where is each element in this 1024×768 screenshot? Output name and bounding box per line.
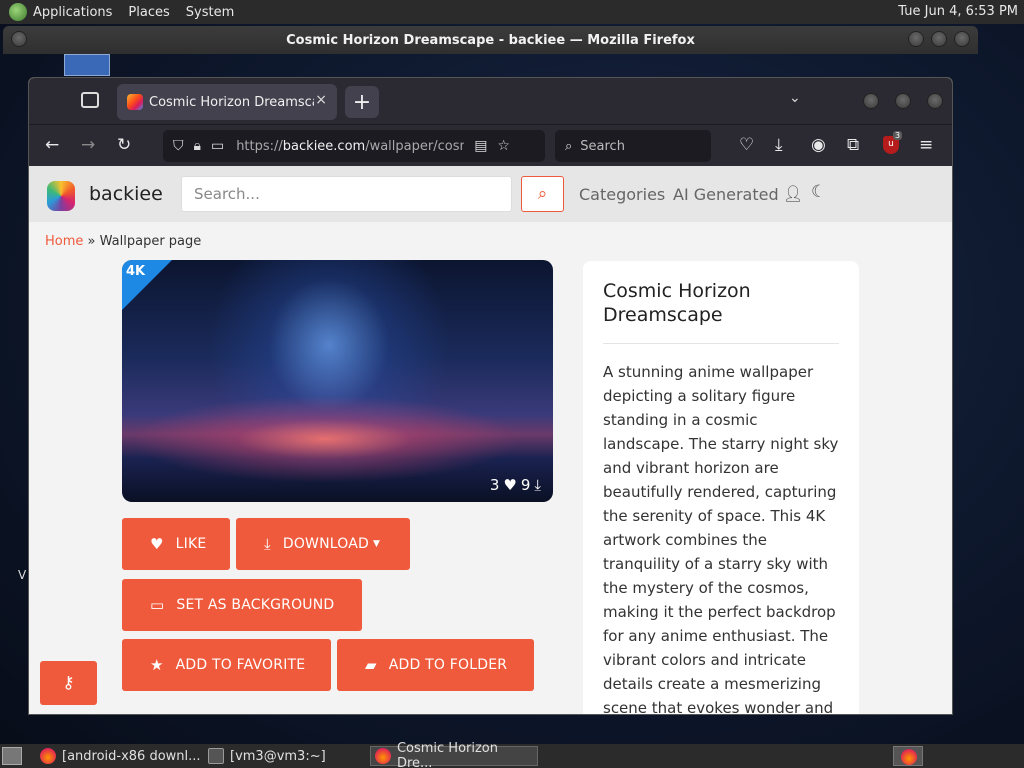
heart-icon: ♥	[503, 476, 517, 494]
user-icon[interactable]: 👤︎	[783, 184, 803, 203]
firefox-icon	[40, 748, 56, 764]
star-icon: ★	[150, 656, 164, 674]
applications-logo-icon[interactable]	[9, 3, 27, 21]
backiee-logo-icon[interactable]	[47, 181, 75, 211]
clock[interactable]: Tue Jun 4, 6:53 PM	[898, 4, 1018, 19]
browser-search-input[interactable]: ⌕ Search	[555, 130, 711, 162]
task-terminal[interactable]: [vm3@vm3:~]	[204, 746, 364, 766]
search-icon: ⌕	[565, 138, 573, 154]
tab-manager-icon[interactable]	[81, 92, 99, 108]
browser-minimize-icon[interactable]	[863, 93, 879, 109]
menu-places[interactable]: Places	[128, 5, 169, 20]
new-tab-button[interactable]: +	[345, 86, 379, 118]
breadcrumb-separator: »	[87, 234, 96, 249]
wallpaper-description: A stunning anime wallpaper depicting a s…	[603, 363, 839, 715]
wallpaper-info-card: Cosmic Horizon Dreamscape A stunning ani…	[583, 261, 859, 715]
add-to-favorite-button[interactable]: ★ ADD TO FAVORITE	[122, 639, 331, 691]
wallpaper-title: Cosmic Horizon Dreamscape	[603, 279, 839, 344]
bookmark-star-icon[interactable]: ☆	[497, 138, 510, 154]
nav-toolbar: ← → ↻ ⛉ 🔒︎ ▭ https://backiee.com/wallpap…	[29, 124, 952, 166]
likes-count: 3	[489, 476, 500, 494]
close-window-icon[interactable]	[954, 31, 970, 47]
task-android-download[interactable]: [android-x86 downl...	[36, 746, 202, 766]
top-panel: Applications Places System Tue Jun 4, 6:…	[0, 0, 1024, 24]
ublock-count-badge: 3	[893, 131, 903, 140]
account-icon[interactable]: ◉	[811, 135, 826, 155]
window-title-bar[interactable]: Cosmic Horizon Dreamscape - backiee — Mo…	[3, 26, 978, 54]
nav-categories[interactable]: Categories	[579, 185, 665, 204]
download-icon: ⤓	[534, 476, 541, 494]
site-header: backiee Search... ⌕ Categories AI Genera…	[29, 166, 952, 222]
wallpaper-image[interactable]: 4K 3 ♥ 9 ⤓	[122, 260, 553, 502]
menu-applications[interactable]: Applications	[33, 5, 112, 20]
firefox-tray-icon	[901, 749, 917, 765]
breadcrumb-home[interactable]: Home	[45, 234, 83, 249]
download-button[interactable]: ⤓ DOWNLOAD ▼	[236, 518, 410, 570]
desktop-thumbnail	[64, 54, 110, 76]
heart-icon: ♥	[150, 535, 164, 553]
tab-close-icon[interactable]: ×	[315, 92, 327, 108]
add-to-folder-button[interactable]: ▰ ADD TO FOLDER	[337, 639, 534, 691]
terminal-icon	[208, 748, 224, 764]
site-name[interactable]: backiee	[89, 183, 163, 205]
site-search-input[interactable]: Search...	[181, 176, 512, 212]
set-as-background-button[interactable]: ▭ SET AS BACKGROUND	[122, 579, 362, 631]
reader-view-icon[interactable]: ▤	[474, 138, 487, 154]
task-firefox-active[interactable]: Cosmic Horizon Dre...	[370, 741, 538, 768]
breadcrumb: Home » Wallpaper page	[45, 234, 201, 249]
show-desktop-icon[interactable]	[2, 747, 22, 765]
site-search-button[interactable]: ⌕	[521, 176, 564, 212]
key-button[interactable]: ⚷	[40, 661, 97, 705]
tab-title: Cosmic Horizon Dreamscape - backiee	[149, 94, 314, 110]
taskbar: [android-x86 downl... [vm3@vm3:~] Cosmic…	[0, 741, 1024, 768]
tray-firefox[interactable]	[893, 746, 923, 766]
menu-system[interactable]: System	[186, 5, 234, 20]
backiee-favicon-icon	[127, 94, 143, 110]
minimize-icon[interactable]	[908, 31, 924, 47]
download-icon: ⤓	[264, 535, 271, 553]
downloads-count: 9	[520, 476, 531, 494]
dark-mode-moon-icon[interactable]: ☾	[811, 182, 826, 202]
back-icon[interactable]: ←	[45, 135, 59, 155]
url-text[interactable]: https://backiee.com/wallpaper/cosmic-hor…	[236, 139, 464, 154]
wallpaper-stats: 3 ♥ 9 ⤓	[490, 476, 541, 494]
extensions-icon[interactable]: ⧉	[847, 135, 859, 155]
browser-maximize-icon[interactable]	[895, 93, 911, 109]
window-title: Cosmic Horizon Dreamscape - backiee — Mo…	[286, 32, 695, 48]
breadcrumb-current: Wallpaper page	[99, 234, 202, 249]
reload-icon[interactable]: ↻	[117, 135, 131, 155]
forward-icon[interactable]: →	[81, 135, 95, 155]
tab-bar: Cosmic Horizon Dreamscape - backiee × + …	[29, 78, 952, 124]
caret-down-icon: ▼	[373, 539, 381, 549]
nav-ai-generated[interactable]: AI Generated	[673, 185, 779, 204]
search-icon: ⌕	[537, 184, 548, 204]
badge-4k: 4K	[126, 264, 146, 279]
browser-window: Cosmic Horizon Dreamscape - backiee × + …	[28, 77, 953, 715]
downloads-icon[interactable]: ⤓	[775, 135, 783, 155]
pocket-icon[interactable]: ♡	[739, 135, 754, 155]
monitor-icon: ▭	[150, 596, 165, 614]
maximize-icon[interactable]	[931, 31, 947, 47]
list-all-tabs-icon[interactable]: ⌄	[789, 90, 801, 106]
permissions-icon[interactable]: ▭	[211, 138, 224, 154]
lock-icon[interactable]: 🔒︎	[194, 138, 201, 154]
window-menu-icon[interactable]	[11, 31, 27, 47]
desktop-stray-text: V	[18, 568, 27, 582]
url-bar[interactable]: ⛉ 🔒︎ ▭ https://backiee.com/wallpaper/cos…	[163, 130, 545, 162]
tab-active[interactable]: Cosmic Horizon Dreamscape - backiee ×	[117, 84, 337, 120]
firefox-icon	[375, 748, 391, 764]
web-page: backiee Search... ⌕ Categories AI Genera…	[29, 166, 952, 715]
key-icon: ⚷	[62, 673, 75, 693]
like-button[interactable]: ♥ LIKE	[122, 518, 230, 570]
hamburger-menu-icon[interactable]: ≡	[919, 135, 933, 155]
browser-close-icon[interactable]	[927, 93, 943, 109]
shield-icon[interactable]: ⛉	[173, 138, 184, 154]
folder-icon: ▰	[365, 656, 377, 674]
